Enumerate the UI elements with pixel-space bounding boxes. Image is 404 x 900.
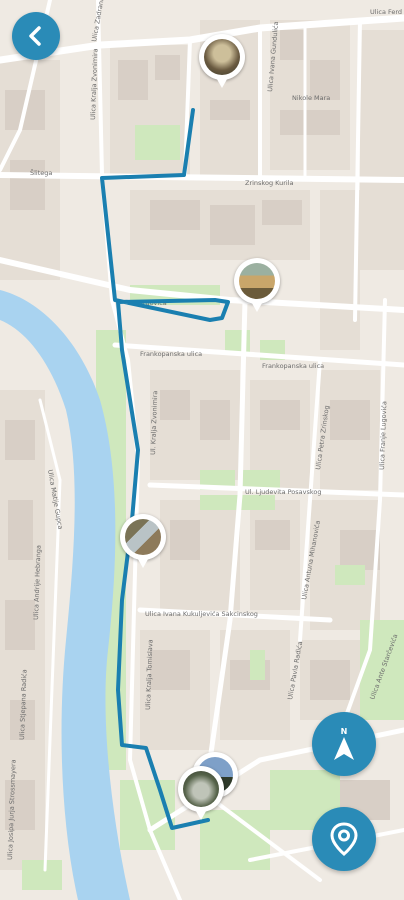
street-label: Šlitega xyxy=(30,168,52,177)
photo-marker-3[interactable] xyxy=(120,514,166,572)
marker-tail xyxy=(214,74,230,88)
street-label: Ulica Ferd xyxy=(370,8,402,16)
svg-text:N: N xyxy=(341,727,348,736)
street-label: Ulica Ivana Kukuljevića Sakcinskog xyxy=(145,610,258,618)
street-label: Frankopanska ulica xyxy=(140,350,202,358)
street-label: Frankopanska ulica xyxy=(262,362,324,370)
street-label: Ul. Ljudevita Posavskog xyxy=(245,488,322,496)
photo-thumbnail xyxy=(239,263,275,299)
photo-thumbnail xyxy=(183,771,219,807)
photo-thumbnail xyxy=(204,39,240,75)
street-label: Nikole Mara xyxy=(292,94,330,102)
marker-tail xyxy=(193,806,209,820)
marker-tail xyxy=(135,554,151,568)
location-pin-icon xyxy=(330,822,358,856)
back-button[interactable] xyxy=(12,12,60,60)
chevron-left-icon xyxy=(29,26,41,46)
photo-marker-1[interactable] xyxy=(199,34,245,92)
street-label: Zrinskog Kurila xyxy=(245,179,293,187)
locate-button[interactable] xyxy=(312,807,376,871)
marker-tail xyxy=(249,298,265,312)
photo-marker-2[interactable] xyxy=(234,258,280,316)
navigation-arrow-icon: N xyxy=(334,727,354,760)
photo-thumbnail xyxy=(125,519,161,555)
photo-marker-5[interactable] xyxy=(178,766,224,824)
compass-button[interactable]: N xyxy=(312,712,376,776)
